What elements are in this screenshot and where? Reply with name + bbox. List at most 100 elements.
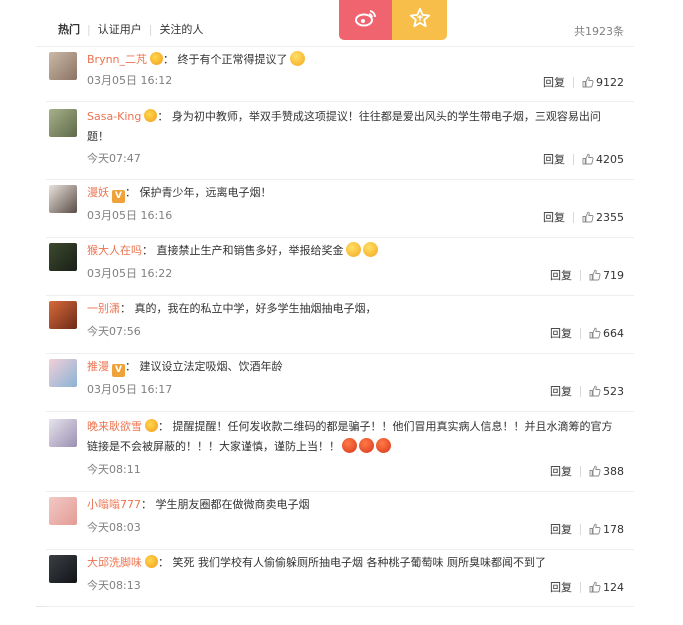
username-link[interactable]: 晚来耿欲雪 [87,420,142,433]
avatar[interactable] [49,185,77,213]
comment-body: 终于有个正常得提议了 [177,53,288,66]
action-divider [573,153,574,165]
like-button[interactable]: 4205 [582,153,624,166]
comment-body: 保护青少年，远离电子烟！ [139,186,272,199]
like-button[interactable]: 719 [589,269,624,282]
verified-badge-icon: V [112,364,125,377]
comment-text: Brynn_二芃 ： 终于有个正常得提议了 [87,50,622,70]
username-link[interactable]: 大邱洗脚味 [87,556,142,569]
tab-verified-users[interactable]: 认证用户 [98,23,142,37]
username-link[interactable]: 漫妖 [87,186,109,199]
action-divider [580,269,581,281]
reply-button[interactable]: 回复 [550,579,572,595]
smile-emoji-icon [289,51,305,66]
tab-hot[interactable]: 热门 [58,23,80,37]
comment-actions: 回复 124 [550,579,624,595]
like-button[interactable]: 178 [589,523,624,536]
comment-time: 今天08:13 [87,579,141,592]
thumbs-up-icon [589,465,601,477]
avatar[interactable] [49,109,77,137]
comment-text: Sasa-King： 身为初中教师，举双手赞成这项提议！往往都是爱出风头的学生带… [87,107,622,147]
comment-item: 小嗡嗡777： 学生朋友圈都在做微商卖电子烟今天08:03 回复 178 [46,491,634,550]
comment-text: 小嗡嗡777： 学生朋友圈都在做微商卖电子烟 [87,495,622,515]
like-button[interactable]: 664 [589,327,624,340]
username-link[interactable]: Brynn_二芃 [87,53,147,66]
tab-following[interactable]: 关注的人 [159,23,203,37]
comment-total-count: 共1923条 [574,25,624,38]
comment-tabs: 热门 | 认证用户 | 关注的人 [58,23,203,37]
like-button[interactable]: 2355 [582,211,624,224]
like-button[interactable]: 523 [589,385,624,398]
thumbs-up-icon [582,211,594,223]
like-count: 388 [603,464,624,478]
reply-button[interactable]: 回复 [550,325,572,341]
reply-button[interactable]: 回复 [550,383,572,399]
comment-actions: 回复 4205 [543,151,624,167]
like-count: 664 [603,326,624,340]
username-colon: ： [125,186,140,199]
username-colon: ： [158,556,173,569]
like-button[interactable]: 124 [589,581,624,594]
comment-text: 大邱洗脚味 ： 笑死 我们学校有人偷偷躲厕所抽电子烟 各种桃子葡萄味 厕所臭味都闻… [87,553,622,573]
like-count: 2355 [596,210,624,224]
reply-button[interactable]: 回复 [550,521,572,537]
smile-emoji-icon [362,242,378,257]
comment-item: Brynn_二芃 ： 终于有个正常得提议了 03月05日 16:12 回复 9122 [46,46,634,102]
comment-actions: 回复 523 [550,383,624,399]
reply-button[interactable]: 回复 [543,74,565,90]
thumbs-up-icon [582,76,594,88]
comment-body: 真的，我在的私立中学，好多学生抽烟抽电子烟， [134,302,377,315]
action-divider [580,327,581,339]
username-colon: ： [120,302,135,315]
avatar[interactable] [49,419,77,447]
comment-item: 猴大人在吗： 直接禁止生产和销售多好，举报给奖金 03月05日 16:22 回复 71… [46,237,634,296]
tab-divider: | [87,23,91,36]
username-colon: ： [141,498,156,511]
smile-emoji-icon [345,242,361,257]
comment-text: 晚来耿欲雪： 提醒提醒！任何发收款二维码的都是骗子！！他们冒用真实病人信息！！并… [87,417,622,457]
reply-button[interactable]: 回复 [550,463,572,479]
comment-actions: 回复 719 [550,267,624,283]
member-badge-icon [150,52,164,65]
action-divider [573,76,574,88]
username-link[interactable]: 一别潇 [87,302,120,315]
comment-actions: 回复 178 [550,521,624,537]
reply-button[interactable]: 回复 [543,209,565,225]
comment-body: 直接禁止生产和销售多好，举报给奖金 [156,244,344,257]
action-divider [580,465,581,477]
comment-item: 晚来耿欲雪： 提醒提醒！任何发收款二维码的都是骗子！！他们冒用真实病人信息！！并… [46,411,634,492]
avatar[interactable] [49,359,77,387]
username-colon: ： [157,110,172,123]
like-button[interactable]: 388 [589,465,624,478]
action-divider [580,523,581,535]
username-link[interactable]: Sasa-King [87,110,141,123]
like-button[interactable]: 9122 [582,76,624,89]
reply-button[interactable]: 回复 [550,267,572,283]
avatar[interactable] [49,555,77,583]
comment-actions: 回复 2355 [543,209,624,225]
avatar[interactable] [49,497,77,525]
member-badge-icon [145,419,158,432]
username-link[interactable]: 猴大人在吗 [87,244,142,257]
action-divider [580,581,581,593]
angry-emoji-icon [342,438,357,453]
action-divider [573,211,574,223]
avatar[interactable] [49,52,77,80]
username-link[interactable]: 小嗡嗡777 [87,498,141,511]
comment-item: Sasa-King： 身为初中教师，举双手赞成这项提议！往往都是爱出风头的学生带… [46,101,634,180]
username-colon: ： [158,420,173,433]
verified-badge-icon: V [112,190,125,203]
thumbs-up-icon [589,581,601,593]
avatar[interactable] [49,243,77,271]
avatar[interactable] [49,301,77,329]
comment-actions: 回复 9122 [543,74,624,90]
comment-body: 建议设立法定吸烟、饮酒年龄 [139,360,283,373]
comment-time: 今天08:03 [87,521,141,534]
tab-divider: | [148,23,153,36]
comment-actions: 回复 388 [550,463,624,479]
username-link[interactable]: 推漫 [87,360,109,373]
comment-body: 学生朋友圈都在做微商卖电子烟 [155,498,310,511]
reply-button[interactable]: 回复 [543,151,565,167]
thumbs-up-icon [582,153,594,165]
thumbs-up-icon [589,269,601,281]
